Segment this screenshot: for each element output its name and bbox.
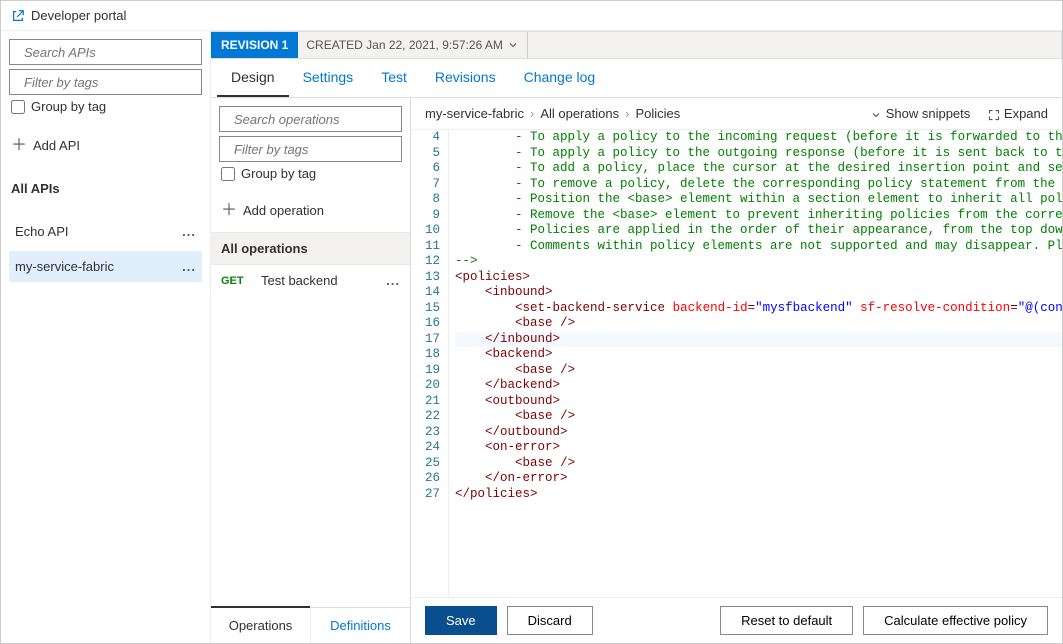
line-gutter: 4 5 6 7 8 9 10 11 12 13 14 15 16 17 18 1… <box>411 130 449 597</box>
group-by-tag-box[interactable] <box>11 100 25 114</box>
add-api-button[interactable]: ＋ Add API <box>9 132 202 159</box>
more-icon[interactable]: ... <box>386 273 400 288</box>
revision-dropdown[interactable]: CREATED Jan 22, 2021, 9:57:26 AM <box>298 32 528 58</box>
http-method-label: GET <box>221 275 251 287</box>
add-operation-button[interactable]: ＋ Add operation <box>219 197 402 224</box>
filter-tags-field[interactable] <box>22 74 204 91</box>
expand-button[interactable]: Expand <box>988 106 1048 121</box>
revision-bar: REVISION 1 CREATED Jan 22, 2021, 9:57:26… <box>211 31 1062 59</box>
operation-label: Test backend <box>261 273 338 288</box>
breadcrumb: my-service-fabric› All operations› Polic… <box>425 106 680 121</box>
add-api-label: Add API <box>33 138 80 153</box>
search-operations-field[interactable] <box>232 111 414 128</box>
search-apis-field[interactable] <box>22 44 204 61</box>
tab-operations[interactable]: Operations <box>211 606 310 643</box>
ops-group-by-tag-checkbox[interactable]: Group by tag <box>219 166 402 181</box>
ops-filter-tags-input[interactable] <box>219 136 402 162</box>
developer-portal-link[interactable]: Developer portal <box>1 1 1062 31</box>
ops-filter-tags-field[interactable] <box>232 141 414 158</box>
external-link-icon <box>11 9 25 23</box>
policy-editor[interactable]: 4 5 6 7 8 9 10 11 12 13 14 15 16 17 18 1… <box>411 130 1062 597</box>
group-by-tag-label: Group by tag <box>31 99 106 114</box>
save-button[interactable]: Save <box>425 606 497 635</box>
crumb-page: Policies <box>635 106 680 121</box>
revision-meta-label: CREATED Jan 22, 2021, 9:57:26 AM <box>306 38 503 52</box>
all-operations-heading[interactable]: All operations <box>211 232 410 265</box>
tab-revisions[interactable]: Revisions <box>421 59 510 97</box>
ops-group-by-tag-label: Group by tag <box>241 166 316 181</box>
crumb-ops[interactable]: All operations <box>540 106 619 121</box>
chevron-down-icon <box>507 39 519 51</box>
operation-item-test-backend[interactable]: GET Test backend ... <box>211 265 410 296</box>
more-icon[interactable]: ... <box>182 259 196 274</box>
tab-design[interactable]: Design <box>217 59 289 97</box>
expand-icon <box>988 109 1000 121</box>
discard-button[interactable]: Discard <box>507 606 593 635</box>
revision-badge: REVISION 1 <box>211 32 298 58</box>
tab-changelog[interactable]: Change log <box>510 59 610 97</box>
ops-group-by-tag-box[interactable] <box>221 167 235 181</box>
reset-to-default-button[interactable]: Reset to default <box>720 606 853 635</box>
tab-test[interactable]: Test <box>367 59 421 97</box>
filter-tags-input[interactable] <box>9 69 202 95</box>
developer-portal-label: Developer portal <box>31 8 126 23</box>
api-tabs: Design Settings Test Revisions Change lo… <box>211 59 1062 98</box>
search-apis-input[interactable] <box>9 39 202 65</box>
all-apis-heading: All APIs <box>9 175 202 202</box>
show-snippets-toggle[interactable]: Show snippets <box>870 106 970 121</box>
crumb-api[interactable]: my-service-fabric <box>425 106 524 121</box>
group-by-tag-checkbox[interactable]: Group by tag <box>9 99 202 114</box>
operations-panel: Group by tag ＋ Add operation All operati… <box>211 98 411 643</box>
ops-bottom-tabs: Operations Definitions <box>211 607 410 643</box>
api-item-label: my-service-fabric <box>15 259 114 274</box>
tab-definitions[interactable]: Definitions <box>310 608 410 643</box>
expand-label: Expand <box>1004 106 1048 121</box>
tab-settings[interactable]: Settings <box>289 59 368 97</box>
api-sidebar: Group by tag ＋ Add API All APIs Echo API… <box>1 31 211 643</box>
more-icon[interactable]: ... <box>182 224 196 239</box>
code-content[interactable]: - To apply a policy to the incoming requ… <box>449 130 1062 597</box>
show-snippets-label: Show snippets <box>886 106 971 121</box>
plus-icon: ＋ <box>221 204 237 218</box>
plus-icon: ＋ <box>11 139 27 153</box>
search-operations-input[interactable] <box>219 106 402 132</box>
sidebar-item-echo-api[interactable]: Echo API ... <box>9 216 202 247</box>
api-item-label: Echo API <box>15 224 68 239</box>
chevron-down-icon <box>870 109 882 121</box>
sidebar-item-my-service-fabric[interactable]: my-service-fabric ... <box>9 251 202 282</box>
calculate-effective-policy-button[interactable]: Calculate effective policy <box>863 606 1048 635</box>
add-operation-label: Add operation <box>243 203 324 218</box>
